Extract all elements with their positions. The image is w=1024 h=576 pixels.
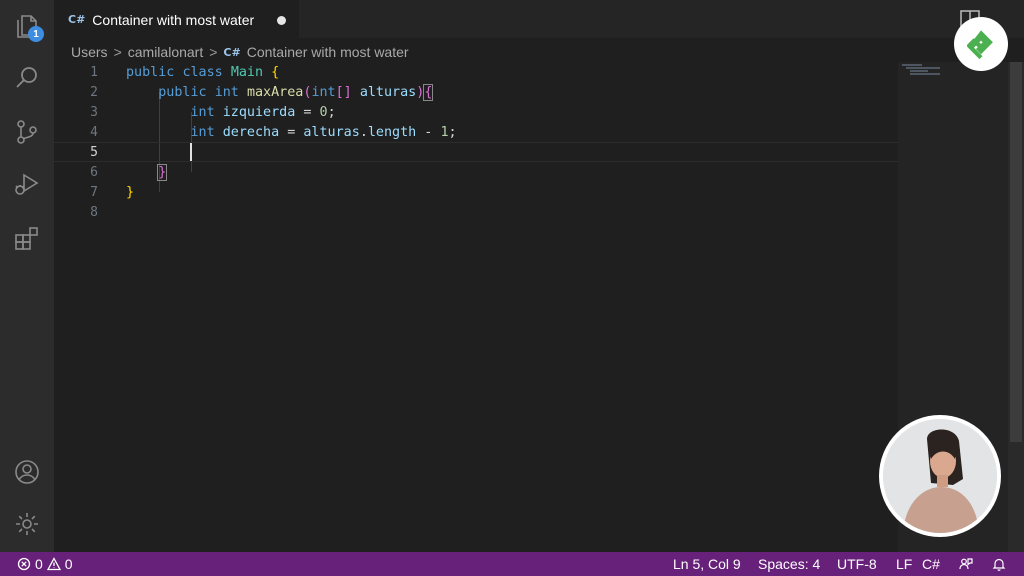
code-line-4[interactable]: 4 int derecha = alturas.length - 1; [54,122,898,142]
line-number: 1 [90,64,98,80]
line-number: 8 [90,204,98,220]
code-text: public class Main { [126,64,280,80]
extensions-icon[interactable] [0,218,54,258]
minimap-line [910,70,928,72]
minimap-line [910,73,940,75]
encoding-setting[interactable]: UTF-8 [837,552,877,576]
warning-icon [46,557,61,571]
notifications-bell-icon[interactable] [992,552,1006,576]
text-cursor [190,143,192,161]
code-line-6[interactable]: 6 } [54,162,898,182]
line-number: 2 [90,84,98,100]
code-text: public int maxArea(int[] alturas){ [158,83,434,101]
scrollbar-thumb[interactable] [1010,62,1022,442]
line-number: 5 [90,144,98,160]
breadcrumb-separator: > [113,44,122,60]
cursor-position[interactable]: Ln 5, Col 9 [673,552,741,576]
line-number: 3 [90,104,98,120]
code-line-7[interactable]: 7 } [54,182,898,202]
account-icon[interactable] [0,452,54,492]
tab-container-with-most-water[interactable]: C# Container with most water [54,0,299,38]
breadcrumb-file[interactable]: Container with most water [247,44,409,60]
status-bar: 0 0 Ln 5, Col 9 Spaces: 4 UTF-8 LF C# [0,552,1024,576]
minimap-line [906,67,940,69]
settings-gear-icon[interactable] [0,504,54,544]
line-number: 7 [90,184,98,200]
eol-setting[interactable]: LF [896,552,912,576]
error-icon [17,557,31,571]
code-line-1[interactable]: 1 public class Main { [54,62,898,82]
code-line-3[interactable]: 3 int izquierda = 0; [54,102,898,122]
code-text: } [126,184,135,200]
code-line-8[interactable]: 8 [54,202,898,222]
language-mode[interactable]: C# [922,552,940,576]
unsaved-dot-icon[interactable] [277,16,286,25]
code-line-5[interactable]: 5 [54,142,898,162]
csharp-file-icon: C# [223,45,241,59]
breadcrumb-camilalonart[interactable]: camilalonart [128,44,203,60]
presenter-video [879,415,1001,537]
code-text: int izquierda = 0; [190,104,336,120]
source-control-icon[interactable] [0,112,54,152]
indentation-setting[interactable]: Spaces: 4 [758,552,820,576]
code-editor[interactable]: 1 public class Main { 2 public int maxAr… [54,62,898,552]
line-number: 4 [90,124,98,140]
breadcrumb: Users > camilalonart > C# Container with… [71,42,409,62]
error-count: 0 [35,556,43,572]
explorer-badge: 1 [28,26,44,42]
code-line-2[interactable]: 2 public int maxArea(int[] alturas){ [54,82,898,102]
presenter-image [883,419,997,533]
code-text: int derecha = alturas.length - 1; [190,124,457,140]
files-icon[interactable] [0,6,54,46]
warning-count: 0 [64,556,73,572]
minimap-line [902,64,922,66]
line-number: 6 [90,164,98,180]
breadcrumb-users[interactable]: Users [71,44,108,60]
tab-title: Container with most water [92,11,255,28]
breadcrumb-separator: > [209,44,218,60]
activity-bar: 1 [0,0,54,552]
feedback-icon[interactable] [959,552,973,576]
search-icon[interactable] [0,58,54,98]
run-debug-icon[interactable] [0,164,54,204]
csharp-file-icon: C# [68,13,86,26]
brand-logo-icon [966,30,993,60]
problems-indicator[interactable]: 0 0 [17,552,73,576]
brand-logo [954,17,1008,71]
tab-bar: C# Container with most water [54,0,1024,38]
code-text: } [157,163,168,181]
